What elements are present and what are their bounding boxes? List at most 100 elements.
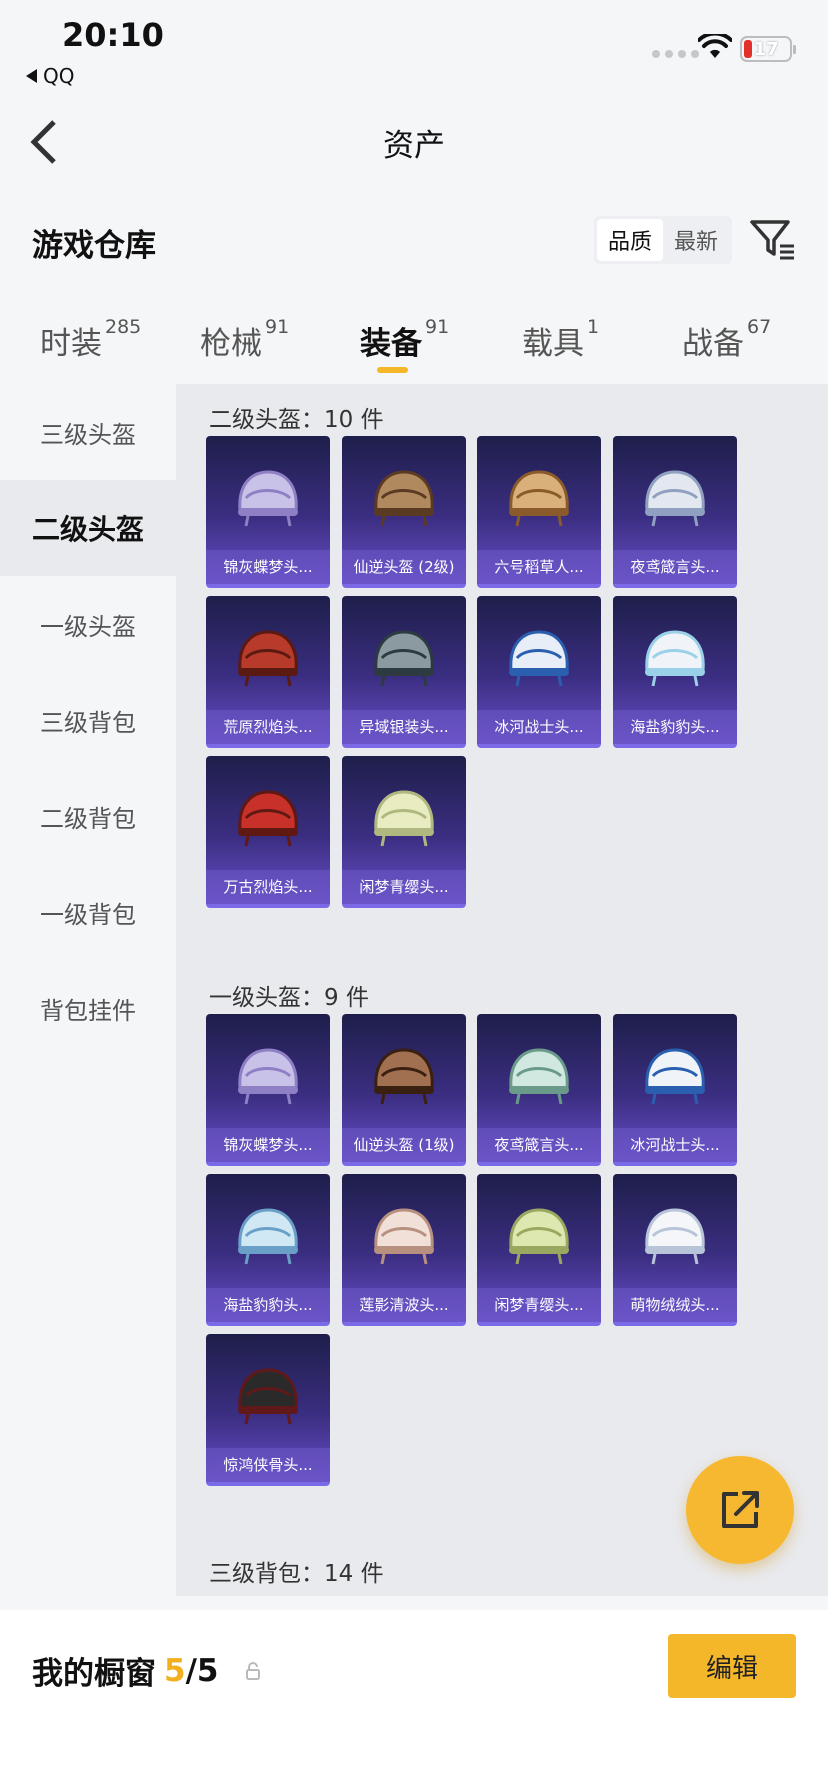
wifi-icon bbox=[698, 34, 732, 58]
item-name: 海盐豹豹头... bbox=[206, 1288, 330, 1322]
item-card[interactable]: 海盐豹豹头... bbox=[206, 1174, 330, 1326]
item-card[interactable]: 夜鸢箴言头... bbox=[613, 436, 737, 588]
filter-icon[interactable] bbox=[748, 216, 796, 264]
item-card[interactable]: 萌物绒绒头... bbox=[613, 1174, 737, 1326]
back-triangle-icon bbox=[26, 69, 37, 83]
tab-label: 枪械 bbox=[200, 326, 262, 362]
sidebar-item-backpack-3[interactable]: 三级背包 bbox=[0, 672, 176, 768]
item-card[interactable]: 冰河战士头... bbox=[477, 596, 601, 748]
item-name: 闲梦青缨头... bbox=[342, 870, 466, 904]
tab-supplies[interactable]: 战备 67 bbox=[682, 316, 772, 363]
tab-count: 1 bbox=[587, 316, 600, 338]
item-card[interactable]: 仙逆头盔 (1级) bbox=[342, 1014, 466, 1166]
back-to-app-link[interactable]: QQ bbox=[26, 64, 74, 88]
tab-label: 装备 bbox=[360, 326, 422, 362]
item-card[interactable]: 惊鸿侠骨头... bbox=[206, 1334, 330, 1486]
item-card[interactable]: 闲梦青缨头... bbox=[342, 756, 466, 908]
sidebar-item-helmet-2[interactable]: 二级头盔 bbox=[0, 480, 176, 576]
item-name: 海盐豹豹头... bbox=[613, 710, 737, 744]
tab-label: 载具 bbox=[522, 326, 584, 362]
status-time: 20:10 bbox=[62, 16, 164, 54]
item-name: 六号稻草人... bbox=[477, 550, 601, 584]
sidebar-item-backpack-1[interactable]: 一级背包 bbox=[0, 864, 176, 960]
item-name: 荒原烈焰头... bbox=[206, 710, 330, 744]
helmet-icon bbox=[238, 470, 298, 527]
item-card[interactable]: 锦灰蝶梦头... bbox=[206, 436, 330, 588]
helmet-icon bbox=[509, 470, 569, 527]
item-name: 夜鸢箴言头... bbox=[613, 550, 737, 584]
item-card[interactable]: 异域银装头... bbox=[342, 596, 466, 748]
helmet-icon bbox=[238, 790, 298, 847]
item-grid: 二级头盔：10 件 一级头盔：9 件 三级背包：14 件 锦灰蝶梦头... 仙逆头… bbox=[176, 384, 828, 1596]
helmet-icon bbox=[374, 790, 434, 847]
sidebar-item-helmet-1[interactable]: 一级头盔 bbox=[0, 576, 176, 672]
item-name: 莲影清波头... bbox=[342, 1288, 466, 1322]
sidebar-item-backpack-2[interactable]: 二级背包 bbox=[0, 768, 176, 864]
page-title: 资产 bbox=[383, 128, 445, 164]
battery-icon: 17 bbox=[740, 36, 796, 62]
helmet-icon bbox=[238, 1208, 298, 1265]
category-tabs: 时装 285 枪械 91 装备 91 载具 1 战备 67 bbox=[0, 316, 828, 378]
active-tab-indicator bbox=[377, 367, 408, 373]
tab-label: 战备 bbox=[682, 326, 744, 362]
back-app-label: QQ bbox=[43, 64, 75, 88]
tab-equipment[interactable]: 装备 91 bbox=[360, 316, 450, 363]
helmet-icon bbox=[509, 630, 569, 687]
item-card[interactable]: 仙逆头盔 (2级) bbox=[342, 436, 466, 588]
group-label: 一级头盔：9 件 bbox=[209, 985, 369, 1011]
item-card[interactable]: 荒原烈焰头... bbox=[206, 596, 330, 748]
helmet-icon bbox=[374, 1048, 434, 1105]
helmet-icon bbox=[645, 630, 705, 687]
helmet-icon bbox=[374, 470, 434, 527]
share-button[interactable] bbox=[686, 1456, 794, 1564]
showcase-total: /5 bbox=[185, 1652, 219, 1689]
item-name: 万古烈焰头... bbox=[206, 870, 330, 904]
sort-toggle[interactable]: 品质 最新 bbox=[594, 216, 732, 264]
tab-count: 285 bbox=[105, 316, 142, 338]
sort-quality-option[interactable]: 品质 bbox=[597, 219, 663, 261]
sort-newest-option[interactable]: 最新 bbox=[663, 219, 729, 261]
edit-button[interactable]: 编辑 bbox=[668, 1634, 796, 1698]
showcase-label-row: 我的橱窗 5 /5 bbox=[32, 1648, 262, 1693]
group-label: 二级头盔：10 件 bbox=[209, 407, 384, 433]
tab-vehicles[interactable]: 载具 1 bbox=[522, 316, 600, 363]
cellular-signal-icon bbox=[652, 50, 699, 58]
item-name: 夜鸢箴言头... bbox=[477, 1128, 601, 1162]
item-card[interactable]: 六号稻草人... bbox=[477, 436, 601, 588]
item-card[interactable]: 莲影清波头... bbox=[342, 1174, 466, 1326]
showcase-label: 我的橱窗 bbox=[32, 1656, 156, 1692]
helmet-icon bbox=[509, 1048, 569, 1105]
tab-count: 91 bbox=[425, 316, 450, 338]
item-name: 仙逆头盔 (1级) bbox=[342, 1128, 466, 1162]
helmet-icon bbox=[374, 1208, 434, 1265]
tab-firearms[interactable]: 枪械 91 bbox=[200, 316, 290, 363]
helmet-icon bbox=[238, 630, 298, 687]
tab-count: 67 bbox=[747, 316, 772, 338]
item-card[interactable]: 闲梦青缨头... bbox=[477, 1174, 601, 1326]
helmet-icon bbox=[645, 1208, 705, 1265]
item-name: 惊鸿侠骨头... bbox=[206, 1448, 330, 1482]
item-card[interactable]: 夜鸢箴言头... bbox=[477, 1014, 601, 1166]
sidebar: 三级头盔 二级头盔 一级头盔 三级背包 二级背包 一级背包 背包挂件 bbox=[0, 384, 176, 1596]
item-card[interactable]: 锦灰蝶梦头... bbox=[206, 1014, 330, 1166]
lock-icon bbox=[246, 1661, 261, 1680]
helmet-icon bbox=[645, 470, 705, 527]
item-card[interactable]: 海盐豹豹头... bbox=[613, 596, 737, 748]
showcase-count: 5 bbox=[164, 1652, 186, 1689]
item-card[interactable]: 万古烈焰头... bbox=[206, 756, 330, 908]
helmet-icon bbox=[374, 630, 434, 687]
item-name: 冰河战士头... bbox=[613, 1128, 737, 1162]
showcase-bar: 我的橱窗 5 /5 编辑 bbox=[0, 1610, 828, 1792]
tab-fashion[interactable]: 时装 285 bbox=[40, 316, 142, 363]
item-card[interactable]: 冰河战士头... bbox=[613, 1014, 737, 1166]
helmet-icon bbox=[509, 1208, 569, 1265]
sidebar-item-backpack-charm[interactable]: 背包挂件 bbox=[0, 960, 176, 1056]
tab-count: 91 bbox=[265, 316, 290, 338]
group-label: 三级背包：14 件 bbox=[209, 1561, 384, 1587]
battery-level: 17 bbox=[753, 38, 779, 60]
item-name: 锦灰蝶梦头... bbox=[206, 550, 330, 584]
item-name: 冰河战士头... bbox=[477, 710, 601, 744]
warehouse-title: 游戏仓库 bbox=[32, 228, 156, 264]
helmet-icon bbox=[238, 1368, 298, 1425]
sidebar-item-helmet-3[interactable]: 三级头盔 bbox=[0, 384, 176, 480]
